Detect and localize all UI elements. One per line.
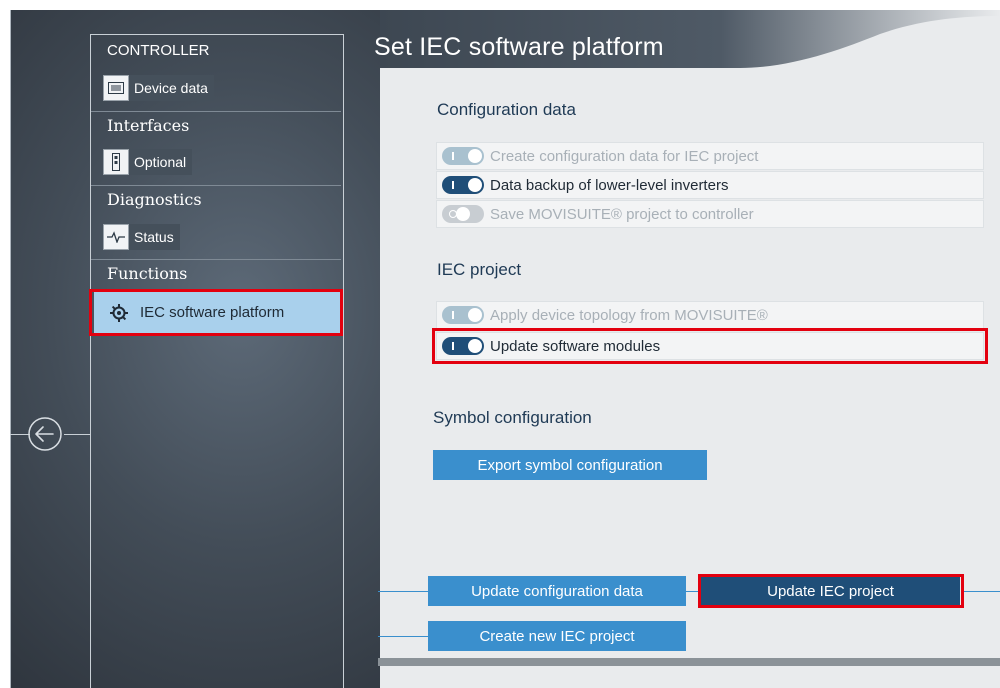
- option-label: Save MOVISUITE® project to controller: [490, 205, 754, 223]
- option-label: Apply device topology from MOVISUITE®: [490, 306, 768, 324]
- nav-section-controller: CONTROLLER: [107, 42, 210, 59]
- connector-line: [378, 591, 428, 592]
- back-connector-right: [64, 434, 90, 435]
- app-window: CONTROLLER Device data Interfaces Option…: [0, 0, 1000, 688]
- toggle-switch: [442, 306, 484, 324]
- nav-item-device-data[interactable]: Device data: [103, 74, 214, 102]
- connector-line: [378, 636, 428, 637]
- device-data-icon: [103, 75, 129, 101]
- top-margin: [0, 0, 1000, 10]
- symbol-config-heading: Symbol configuration: [433, 408, 592, 427]
- nav-item-status[interactable]: Status: [103, 223, 180, 251]
- highlight-box: [698, 574, 964, 608]
- nav-section-interfaces: Interfaces: [107, 116, 190, 135]
- nav-section-diagnostics: Diagnostics: [107, 190, 202, 209]
- nav-item-label: Device data: [129, 75, 214, 101]
- option-row-save-movisuite: Save MOVISUITE® project to controller: [436, 200, 984, 228]
- bottom-scrollbar[interactable]: [378, 658, 1000, 666]
- nav-divider: [91, 111, 341, 112]
- nav-item-optional[interactable]: Optional: [103, 148, 193, 176]
- nav-item-label: Optional: [129, 149, 193, 175]
- panel-edge: [10, 10, 11, 688]
- iec-project-heading: IEC project: [437, 260, 522, 279]
- option-row-apply-topology: Apply device topology from MOVISUITE®: [436, 301, 984, 329]
- status-pulse-icon: [103, 224, 129, 250]
- option-label: Create configuration data for IEC projec…: [490, 147, 759, 165]
- configuration-heading: Configuration data: [437, 100, 576, 119]
- nav-divider: [91, 259, 341, 260]
- option-row-create-config: Create configuration data for IEC projec…: [436, 142, 984, 170]
- connector-line: [962, 591, 1000, 592]
- optional-interface-icon: [103, 149, 129, 175]
- connector-line: [686, 591, 698, 592]
- highlight-box: [89, 289, 343, 336]
- toggle-switch: [442, 147, 484, 165]
- nav-divider: [91, 185, 341, 186]
- page-title: Set IEC software platform: [374, 33, 664, 61]
- update-configuration-data-button[interactable]: Update configuration data: [428, 576, 686, 606]
- nav-section-functions: Functions: [107, 264, 188, 283]
- back-arrow-icon[interactable]: [27, 416, 63, 452]
- toggle-switch: [442, 205, 484, 223]
- highlight-box: [432, 328, 988, 364]
- toggle-switch[interactable]: [442, 176, 484, 194]
- nav-item-label: Status: [129, 224, 180, 250]
- create-new-iec-project-button[interactable]: Create new IEC project: [428, 621, 686, 651]
- option-label: Data backup of lower-level inverters: [490, 176, 729, 194]
- export-symbol-config-button[interactable]: Export symbol configuration: [433, 450, 707, 480]
- option-row-data-backup[interactable]: Data backup of lower-level inverters: [436, 171, 984, 199]
